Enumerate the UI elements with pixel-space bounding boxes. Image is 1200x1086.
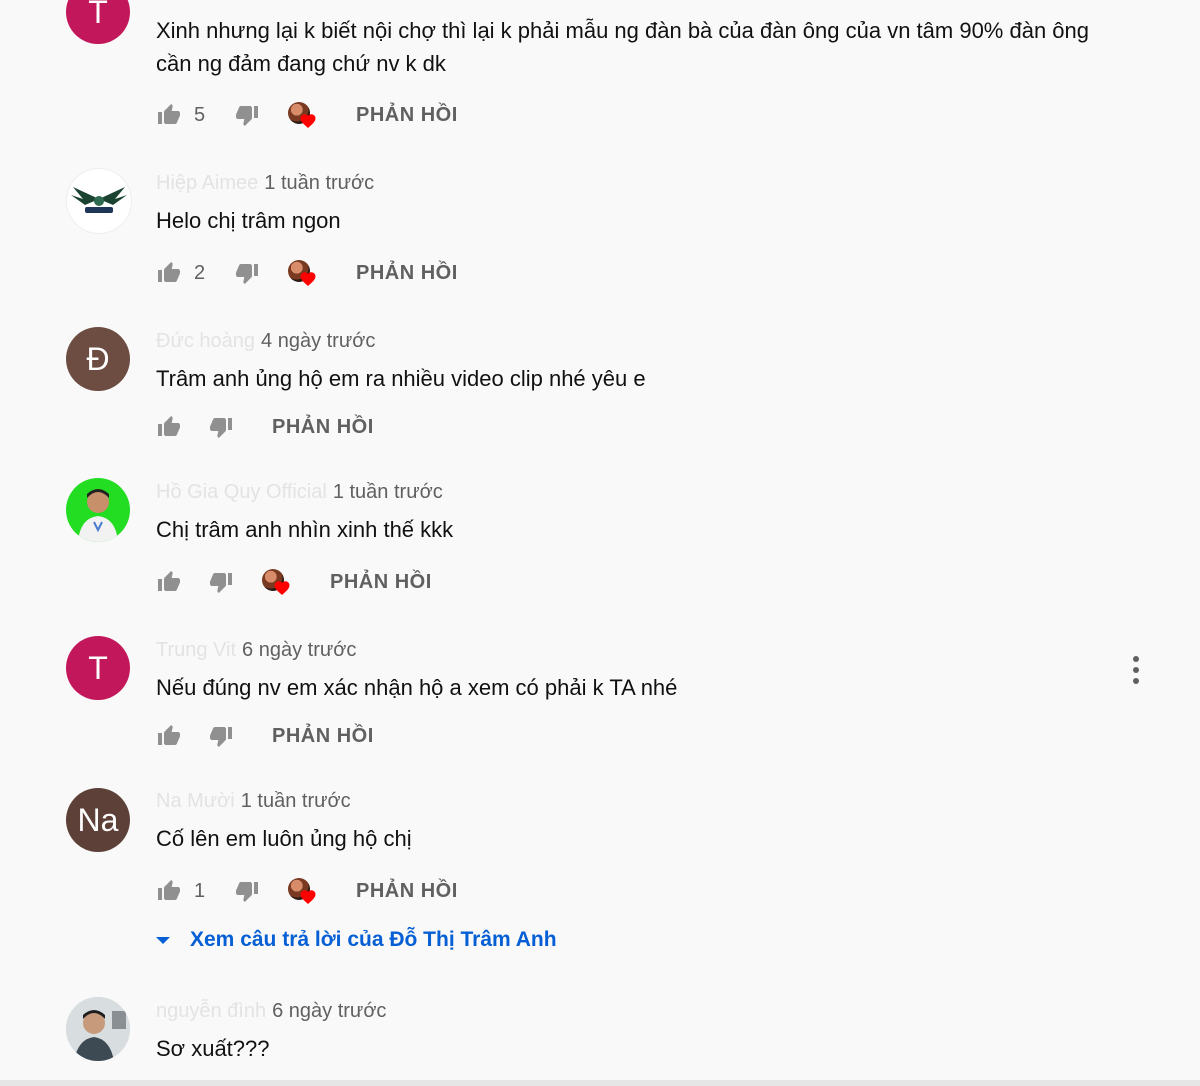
thumbs-down-icon[interactable] <box>208 723 234 749</box>
avatar[interactable] <box>66 478 130 542</box>
avatar[interactable]: T <box>66 0 130 44</box>
comment-actions: 1 PHẢN HỒI <box>156 876 458 906</box>
comment-text: Cố lên em luôn ủng hộ chị <box>156 826 412 851</box>
reply-button[interactable]: PHẢN HỒI <box>272 725 374 748</box>
view-replies-label: Xem câu trả lời của Đỗ Thị Trâm Anh <box>190 928 557 951</box>
like-count: 1 <box>194 879 206 902</box>
person-photo-icon <box>78 489 118 542</box>
avatar[interactable] <box>66 168 132 234</box>
comment-text: Chị trâm anh nhìn xinh thế kkk <box>156 517 454 542</box>
thumbs-up-icon[interactable] <box>156 723 182 749</box>
comment-actions: PHẢN HỒI <box>156 721 374 751</box>
creator-heart-icon <box>288 876 318 906</box>
comment-text: Nếu đúng nv em xác nhận hộ a xem có phải… <box>156 675 678 700</box>
thumbs-down-icon[interactable] <box>234 260 260 286</box>
timestamp[interactable]: 1 tuần trước <box>333 481 443 503</box>
creator-heart-icon <box>262 567 292 597</box>
avatar[interactable]: Đ <box>66 327 130 391</box>
comment-text: Xinh nhưng lại k biết nội chợ thì lại k … <box>156 18 1090 76</box>
avatar[interactable]: Na <box>66 788 130 852</box>
thumbs-down-icon[interactable] <box>208 569 234 595</box>
reply-button[interactable]: PHẢN HỒI <box>330 571 432 594</box>
like-count: 2 <box>194 261 206 284</box>
comment-header: Đức hoàng 4 ngày trước <box>156 330 375 353</box>
avatar[interactable]: T <box>66 636 130 700</box>
reply-button[interactable]: PHẢN HỒI <box>356 262 458 285</box>
author-name[interactable]: Trung Vit <box>156 639 236 661</box>
timestamp[interactable]: 1 tuần trước <box>241 790 351 812</box>
thumbs-down-icon[interactable] <box>234 878 260 904</box>
like-count: 5 <box>194 103 206 126</box>
caret-down-icon <box>156 937 170 944</box>
thumbs-up-icon[interactable] <box>156 414 182 440</box>
thumbs-up-icon[interactable] <box>156 260 182 286</box>
reply-button[interactable]: PHẢN HỒI <box>356 880 458 903</box>
timestamp[interactable]: 1 tuần trước <box>264 172 374 194</box>
comment-text: Trâm anh ủng hộ em ra nhiều video clip n… <box>156 366 646 391</box>
comment-actions: PHẢN HỒI <box>156 567 432 597</box>
author-name[interactable]: Na Mười <box>156 790 235 812</box>
thumbs-down-icon[interactable] <box>234 102 260 128</box>
timestamp[interactable]: 6 ngày trước <box>242 639 356 661</box>
comment-header: Hồ Gia Quy Official 1 tuần trước <box>156 481 443 504</box>
comment-header: Na Mười 1 tuần trước <box>156 790 351 813</box>
author-name[interactable]: Hồ Gia Quy Official <box>156 481 327 503</box>
reply-button[interactable]: PHẢN HỒI <box>272 416 374 439</box>
thumbs-up-icon[interactable] <box>156 102 182 128</box>
author-name[interactable]: Đức hoàng <box>156 330 255 352</box>
comment-text: Sơ xuất??? <box>156 1036 270 1061</box>
comment-text: Helo chị trâm ngon <box>156 208 341 233</box>
person-photo-icon <box>66 997 130 1061</box>
comment-actions: 5 PHẢN HỒI <box>156 100 458 130</box>
comment-actions: 2 PHẢN HỒI <box>156 258 458 288</box>
comment-header: nguyễn đình 6 ngày trước <box>156 1000 386 1023</box>
comment-header: Hiệp Aimee 1 tuần trước <box>156 172 374 195</box>
bottom-divider <box>0 1080 1200 1086</box>
author-name[interactable]: Hiệp Aimee <box>156 172 258 194</box>
avatar[interactable] <box>66 997 130 1061</box>
reply-button[interactable]: PHẢN HỒI <box>356 104 458 127</box>
thumbs-up-icon[interactable] <box>156 878 182 904</box>
timestamp[interactable]: 6 ngày trước <box>272 1000 386 1022</box>
view-replies-button[interactable]: Xem câu trả lời của Đỗ Thị Trâm Anh <box>156 928 557 952</box>
author-name[interactable]: nguyễn đình <box>156 1000 266 1022</box>
thumbs-down-icon[interactable] <box>208 414 234 440</box>
comment-actions: PHẢN HỒI <box>156 412 374 442</box>
timestamp[interactable]: 4 ngày trước <box>261 330 375 352</box>
creator-heart-icon <box>288 258 318 288</box>
thumbs-up-icon[interactable] <box>156 569 182 595</box>
more-vert-icon[interactable] <box>1124 654 1148 684</box>
comment-header: Trung Vit 6 ngày trước <box>156 639 356 662</box>
eagle-logo-icon <box>71 187 127 213</box>
creator-heart-icon <box>288 100 318 130</box>
